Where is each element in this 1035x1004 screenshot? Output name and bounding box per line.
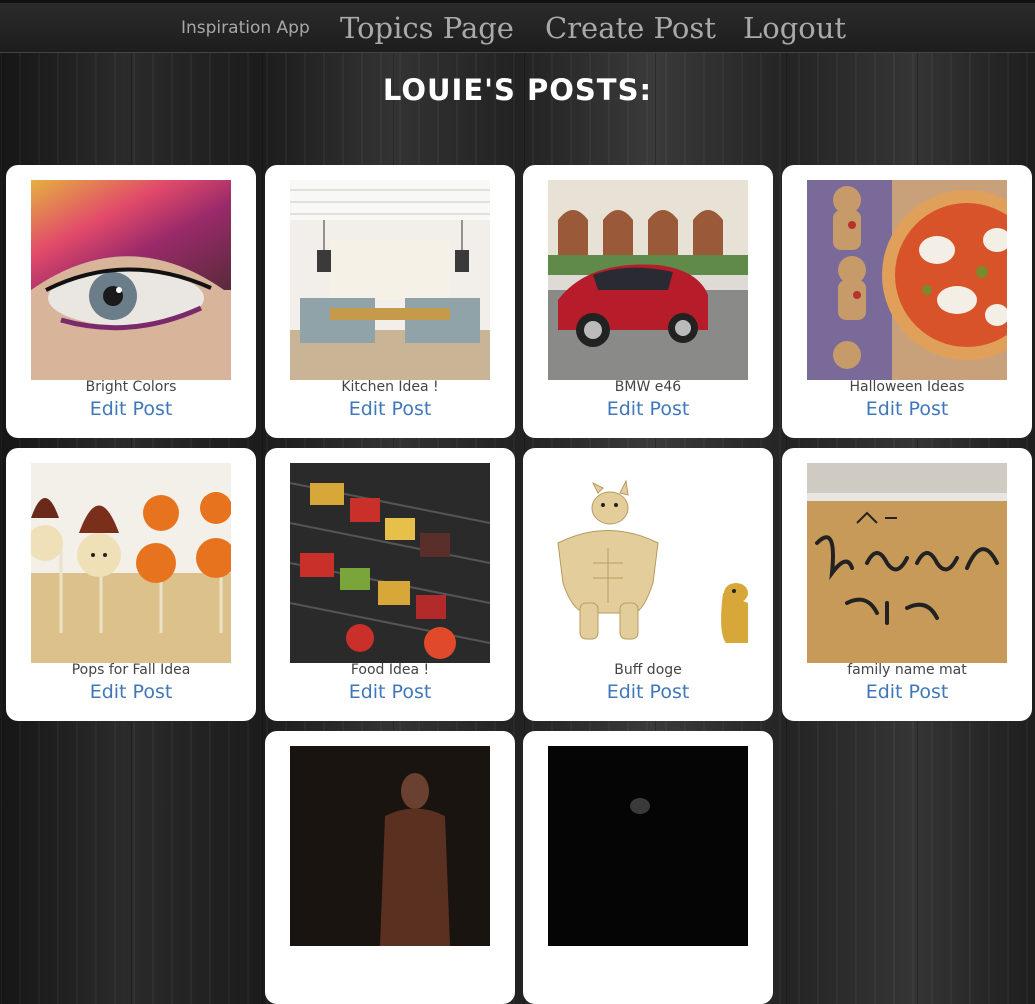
post-image[interactable] [290, 180, 490, 380]
edit-post-link[interactable]: Edit Post [265, 398, 515, 420]
edit-post-link[interactable]: Edit Post [523, 681, 773, 703]
edit-post-link[interactable]: Edit Post [782, 398, 1032, 420]
post-card: Bright Colors Edit Post [6, 165, 256, 438]
post-card: Kitchen Idea ! Edit Post [265, 165, 515, 438]
post-caption: BMW e46 [614, 379, 682, 395]
post-caption: Food Idea ! [350, 662, 430, 678]
edit-post-link[interactable]: Edit Post [6, 681, 256, 703]
navbar: Inspiration App Topics Page Create Post … [0, 0, 1035, 53]
post-card: Halloween Ideas Edit Post [782, 165, 1032, 438]
post-image[interactable] [548, 180, 748, 380]
post-image[interactable] [31, 180, 231, 380]
post-card: Food Idea ! Edit Post [265, 448, 515, 721]
post-card: BMW e46 Edit Post [523, 165, 773, 438]
edit-post-link[interactable]: Edit Post [782, 681, 1032, 703]
post-image[interactable] [31, 463, 231, 663]
post-card: Buff doge Edit Post [523, 448, 773, 721]
edit-post-link[interactable]: Edit Post [265, 681, 515, 703]
nav-logout-link[interactable]: Logout [743, 11, 846, 45]
post-image[interactable] [548, 746, 748, 946]
nav-create-post-link[interactable]: Create Post [545, 11, 716, 45]
nav-topics-link[interactable]: Topics Page [340, 11, 514, 45]
post-caption: Bright Colors [85, 379, 177, 395]
post-caption: family name mat [847, 662, 967, 678]
post-image[interactable] [290, 463, 490, 663]
edit-post-link[interactable]: Edit Post [523, 398, 773, 420]
post-card [265, 731, 515, 1004]
post-card: Pops for Fall Idea Edit Post [6, 448, 256, 721]
brand-link[interactable]: Inspiration App [181, 18, 310, 38]
post-card: family name mat Edit Post [782, 448, 1032, 721]
post-image[interactable] [548, 463, 748, 663]
post-image[interactable] [807, 463, 1007, 663]
post-image[interactable] [807, 180, 1007, 380]
page-title: LOUIE'S POSTS: [382, 73, 653, 107]
post-caption: Buff doge [614, 662, 682, 678]
post-caption: Halloween Ideas [849, 379, 965, 395]
edit-post-link[interactable]: Edit Post [6, 398, 256, 420]
post-image[interactable] [290, 746, 490, 946]
post-card [523, 731, 773, 1004]
post-caption: Pops for Fall Idea [71, 662, 191, 678]
post-caption: Kitchen Idea ! [341, 379, 439, 395]
